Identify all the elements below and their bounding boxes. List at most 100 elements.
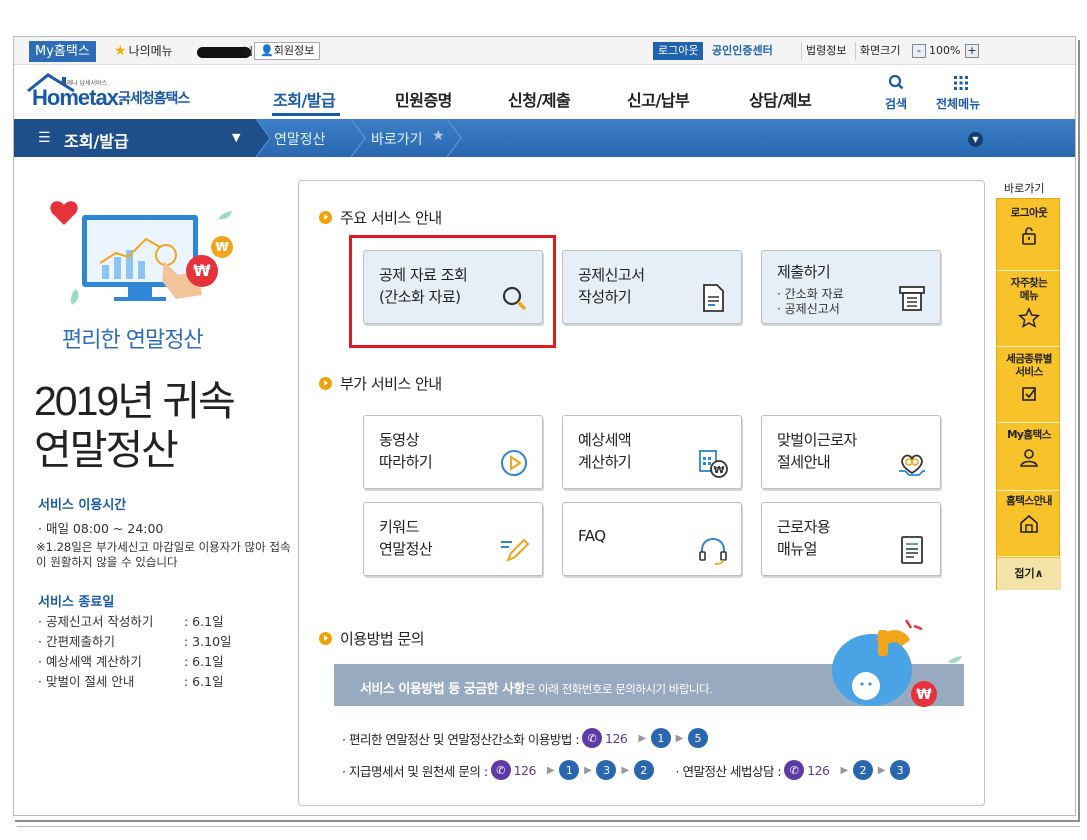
monitor-chart-illustration: ₩ ₩	[50, 201, 233, 305]
arrow-icon: ▶	[840, 764, 849, 776]
hamburger-icon: ☰	[38, 130, 51, 146]
member-info-button[interactable]: 👤회원정보	[254, 42, 321, 60]
arrow-icon: ▶	[621, 764, 629, 776]
list-item: · 예상세액 계산하기: 6.1일	[38, 652, 232, 672]
dropdown-caret-icon[interactable]: ▼	[232, 131, 240, 144]
quick-bar: 로그아웃 자주찾는 메뉴 세금종류별 서비스 My홈택스 홈택스안내 접기∧	[996, 198, 1061, 590]
card-label-line1: 맞벌이근로자	[777, 431, 857, 449]
tax-estimate-button[interactable]: 예상세액 계산하기 ₩	[562, 415, 742, 489]
arrow-icon: ▶	[877, 764, 886, 776]
card-sub-item: · 간소화 자료	[777, 287, 844, 301]
phone-guide-row: · 지급명세서 및 원천세 문의 : ✆ 126 ▶ 1 ▶ 3 ▶ 2 · 연…	[342, 760, 910, 780]
card-sub-item: · 공제신고서	[777, 302, 840, 316]
search-label[interactable]: 검색	[885, 95, 907, 112]
card-label-line1: 공제신고서	[578, 266, 645, 284]
quick-item-label: 자주찾는 메뉴	[1010, 277, 1048, 302]
hometax-logo[interactable]: Hometax.	[32, 85, 124, 111]
headset-icon	[699, 537, 727, 565]
extra-services-heading: 부가 서비스 안내	[319, 373, 442, 394]
won-symbol: ₩	[713, 465, 724, 476]
card-label: 키워드 연말정산	[379, 516, 433, 560]
worker-manual-button[interactable]: 근로자용 매뉴얼	[761, 502, 941, 576]
person-icon: 👤	[260, 44, 274, 57]
end-item-name: · 공제신고서 작성하기	[38, 614, 154, 629]
gnb-active-underline	[272, 113, 340, 116]
gnb-report-pay[interactable]: 신고/납부	[627, 87, 690, 111]
gnb-civil-cert[interactable]: 민원증명	[395, 87, 452, 111]
phone-row-label: · 편리한 연말정산 및 연말정산간소화 이용방법 :	[342, 731, 580, 747]
quick-logout[interactable]: 로그아웃	[997, 207, 1061, 271]
search-icon[interactable]	[883, 72, 909, 94]
extra-services-heading-text: 부가 서비스 안내	[340, 375, 442, 393]
my-menu-link[interactable]: ★ 나의메뉴	[114, 42, 173, 61]
dual-income-guide-button[interactable]: 맞벌이근로자절세안내	[761, 415, 941, 489]
keyword-year-end-button[interactable]: 키워드 연말정산	[363, 502, 543, 576]
card-label: 제출하기	[777, 263, 831, 281]
card-label-line2: 절세안내	[777, 453, 831, 471]
arrow-icon: ▶	[638, 732, 646, 744]
my-hometax-button[interactable]: My홈택스	[29, 41, 96, 62]
end-item-date: : 6.1일	[184, 674, 224, 689]
breadcrumb-separator-icon	[351, 119, 366, 157]
gnb-consult-report[interactable]: 상담/제보	[749, 87, 812, 111]
submit-button[interactable]: 제출하기 · 간소화 자료 · 공제신고서	[761, 250, 941, 324]
breadcrumb-separator-icon	[447, 119, 462, 157]
bullet-arrow-icon	[319, 632, 332, 645]
bullet-arrow-icon	[319, 211, 332, 224]
banner-rest-text: 은 아래 전화번호로 문의하시기 바랍니다.	[525, 682, 713, 696]
phone-number: 126	[513, 762, 537, 778]
inquiry-heading-text: 이용방법 문의	[340, 630, 425, 648]
quick-tax-service[interactable]: 세금종류별 서비스	[997, 353, 1061, 423]
breadcrumb-separator-icon	[256, 119, 271, 157]
breadcrumb-year-end-tax[interactable]: 연말정산	[274, 129, 326, 149]
phone-call-illustration: ₩	[832, 619, 962, 707]
menu-number-badge: 3	[889, 760, 910, 780]
quick-item-label: 세금종류별 서비스	[1006, 353, 1052, 378]
quick-my-hometax[interactable]: My홈택스	[997, 429, 1061, 491]
video-tutorial-button[interactable]: 동영상 따라하기	[363, 415, 543, 489]
gnb-apply-submit[interactable]: 신청/제출	[508, 87, 571, 111]
logout-button[interactable]: 로그아웃	[653, 42, 704, 60]
expand-nav-icon[interactable]: ▼	[968, 132, 983, 147]
write-deduction-form-button[interactable]: 공제신고서 작성하기	[562, 250, 742, 324]
quick-hometax-guide[interactable]: 홈택스안내	[997, 495, 1061, 557]
zoom-out-button[interactable]: -	[912, 44, 926, 58]
phone-icon: ✆	[490, 760, 511, 780]
favorite-star-icon[interactable]: ★	[432, 128, 445, 144]
quickbar-fold-button[interactable]: 접기∧	[997, 558, 1061, 590]
gnb-inquiry-issue[interactable]: 조회/발급	[273, 87, 336, 111]
hometax-logo-korean[interactable]: 국세청홈택스	[118, 88, 190, 108]
menu-number-badge: 5	[687, 728, 708, 748]
calculator-money-icon: ₩	[699, 450, 728, 478]
phone-number: 126	[605, 730, 628, 746]
card-label-line2: 따라하기	[379, 453, 433, 471]
pencil-icon	[501, 538, 530, 562]
person-icon	[1020, 449, 1038, 467]
phone-guide-row: · 편리한 연말정산 및 연말정산간소화 이용방법 : ✆ 126 ▶ 1 ▶ …	[342, 728, 708, 748]
all-menu-label[interactable]: 전체메뉴	[936, 95, 980, 112]
heart-hands-icon	[899, 454, 925, 476]
breadcrumb-quick-link[interactable]: 바로가기	[371, 129, 423, 149]
card-label-line2: 연말정산	[379, 540, 433, 558]
zoom-in-button[interactable]: +	[965, 44, 979, 58]
arrow-icon: ▶	[546, 764, 555, 776]
card-label-line1: 예상세액	[578, 431, 632, 449]
service-end-list: · 공제신고서 작성하기: 6.1일 · 간편제출하기: 3.10일 · 예상세…	[38, 612, 232, 692]
card-label: 공제신고서 작성하기	[578, 264, 645, 308]
card-label: 근로자용 매뉴얼	[777, 516, 831, 560]
main-services-heading-text: 주요 서비스 안내	[340, 209, 442, 227]
service-time-text: · 매일 08:00 ~ 24:00	[38, 521, 164, 536]
quick-frequent-menu[interactable]: 자주찾는 메뉴	[997, 277, 1061, 347]
grid-menu-icon[interactable]	[951, 73, 971, 93]
faq-button[interactable]: FAQ	[562, 502, 742, 576]
won-symbol: ₩	[215, 240, 229, 254]
list-item: · 맞벌이 절세 안내: 6.1일	[38, 672, 232, 692]
law-info-link[interactable]: 법령정보	[801, 42, 846, 60]
cert-center-link[interactable]: 공인인증센터	[712, 42, 773, 60]
quick-item-label: My홈택스	[1007, 429, 1051, 441]
highlight-box	[349, 235, 556, 348]
unlock-icon	[1022, 227, 1036, 245]
section-selector-label[interactable]: 조회/발급	[64, 128, 129, 152]
inquiry-banner-text: 서비스 이용방법 등 궁금한 사항은 아래 전화번호로 문의하시기 바랍니다.	[360, 678, 713, 697]
main-services-heading: 주요 서비스 안내	[319, 207, 442, 228]
